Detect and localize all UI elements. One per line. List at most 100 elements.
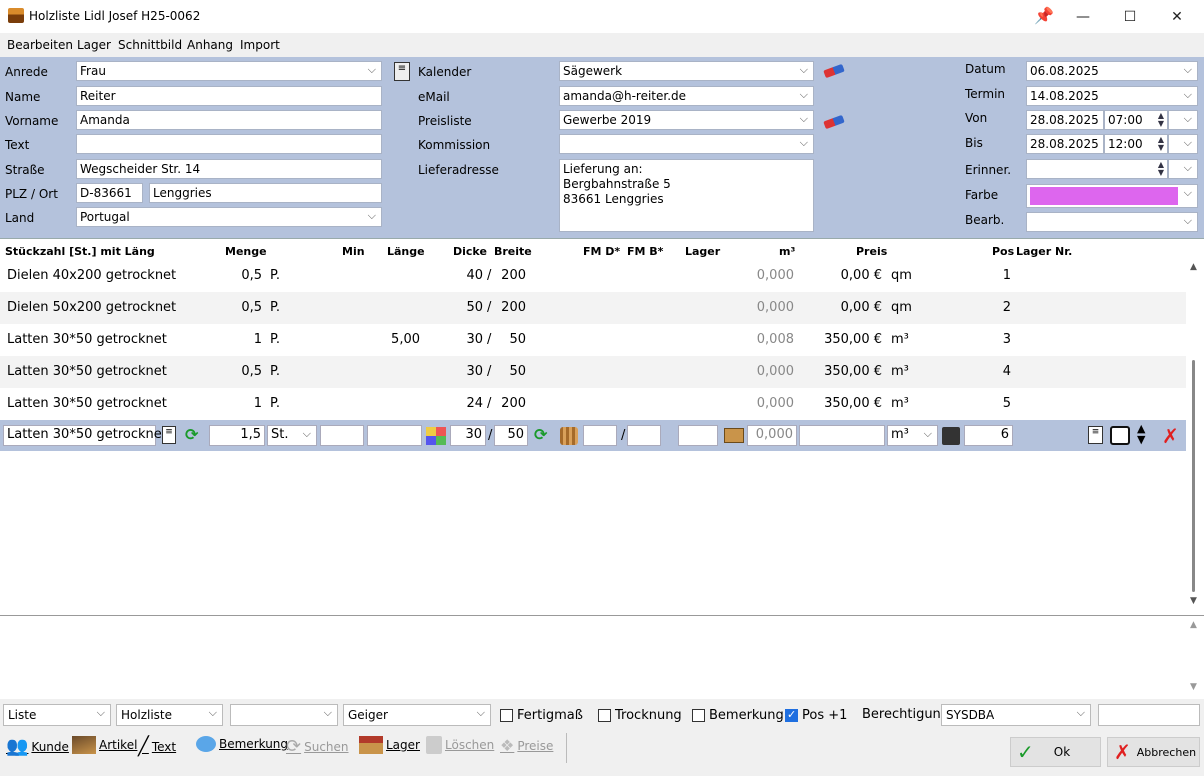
bis-time[interactable]: 12:00 ▲ ▼ [1104, 134, 1168, 154]
kunde-button[interactable]: 👥 Kunde [6, 736, 69, 757]
col-fmd[interactable]: FM D* [583, 245, 620, 258]
von-dropdown[interactable] [1168, 110, 1198, 130]
edit-min-field[interactable] [320, 425, 364, 446]
von-date[interactable]: 28.08.2025 [1026, 110, 1104, 130]
kalender-select[interactable]: Sägewerk [559, 61, 814, 81]
geiger-select[interactable]: Geiger [343, 704, 491, 726]
minimize-button[interactable]: — [1060, 0, 1106, 33]
bemerkung-button[interactable]: Bemerkung [196, 736, 288, 752]
edit-lager-field[interactable] [678, 425, 718, 446]
datum-picker[interactable]: 06.08.2025 [1026, 61, 1198, 81]
edit-preis-field[interactable] [799, 425, 885, 446]
kommission-select[interactable] [559, 134, 814, 154]
bemerkung-checkbox[interactable]: Bemerkung [692, 708, 784, 723]
col-min[interactable]: Min [342, 245, 365, 258]
edit-laenge-field[interactable] [367, 425, 422, 446]
checkbox-icon[interactable] [1110, 426, 1130, 445]
suchen-button[interactable]: ⟳ Suchen [286, 736, 349, 757]
table-row[interactable]: Dielen 50x200 getrocknet 0,5 P. 50 / 200… [0, 292, 1186, 324]
von-time[interactable]: 07:00 ▲ ▼ [1104, 110, 1168, 130]
puzzle-icon[interactable] [426, 427, 446, 445]
col-lager[interactable]: Lager [685, 245, 720, 258]
edit-m3-field[interactable]: 0,000 [747, 425, 797, 446]
trocknung-checkbox[interactable]: Trocknung [598, 708, 682, 723]
berechtigung-select[interactable]: SYSDBA [941, 704, 1091, 726]
edit-unit-select[interactable]: St. [267, 425, 317, 446]
calculator-icon[interactable] [942, 427, 960, 445]
edit-price-unit-select[interactable]: m³ [887, 425, 938, 446]
document-icon[interactable]: ≡ [162, 426, 176, 444]
ok-button[interactable]: ✓ Ok [1010, 737, 1101, 767]
holzliste-select[interactable]: Holzliste [116, 704, 223, 726]
refresh-icon[interactable]: ⟳ [185, 425, 198, 444]
close-button[interactable]: ✕ [1154, 0, 1200, 33]
col-menge[interactable]: Menge [225, 245, 267, 258]
col-m3[interactable]: m³ [779, 245, 795, 258]
lager-button[interactable]: Lager [359, 736, 420, 754]
edit-breite-field[interactable]: 50 [494, 425, 528, 446]
bis-dropdown[interactable] [1168, 134, 1198, 154]
farbe-select[interactable] [1026, 184, 1198, 208]
maximize-button[interactable]: ☐ [1107, 0, 1153, 33]
menu-import[interactable]: Import [240, 38, 280, 52]
col-fmb[interactable]: FM B* [627, 245, 663, 258]
menu-lager[interactable]: Lager [77, 38, 111, 52]
edit-dicke-field[interactable]: 30 [450, 425, 486, 446]
artikel-button[interactable]: Artikel [72, 736, 137, 754]
col-laenge[interactable]: Länge [387, 245, 425, 258]
edit-name-field[interactable]: Latten 30*50 getrocknet [3, 425, 167, 446]
email-select[interactable]: amanda@h-reiter.de [559, 86, 814, 106]
bis-date[interactable]: 28.08.2025 [1026, 134, 1104, 154]
text-field[interactable] [76, 134, 382, 154]
loeschen-button[interactable]: Löschen [426, 736, 494, 754]
name-field[interactable]: Reiter [76, 86, 382, 106]
text-button[interactable]: ╱ Text [138, 736, 176, 757]
table-row[interactable]: Latten 30*50 getrocknet 1 P. 24 / 200 0,… [0, 388, 1186, 420]
ort-field[interactable]: Lenggries [149, 183, 382, 203]
pin-icon[interactable]: 📌 [1034, 6, 1054, 25]
anrede-select[interactable]: Frau [76, 61, 382, 81]
edit-fmb-field[interactable] [627, 425, 661, 446]
scrollbar-thumb[interactable] [1192, 360, 1195, 592]
col-breite[interactable]: Breite [494, 245, 532, 258]
wood-icon[interactable] [560, 427, 578, 445]
col-lagernr[interactable]: Lager Nr. [1016, 245, 1072, 258]
extra-field[interactable] [1098, 704, 1200, 726]
lieferadresse-textarea[interactable]: Lieferung an: Bergbahnstraße 5 83661 Lengg… [559, 159, 814, 232]
col-preis[interactable]: Preis [856, 245, 887, 258]
fertigmass-checkbox[interactable]: Fertigmaß [500, 708, 583, 723]
menu-bearbeiten[interactable]: Bearbeiten [7, 38, 73, 52]
move-updown-icon[interactable]: ▲ ▼ [1137, 423, 1145, 445]
empty-select[interactable] [230, 704, 338, 726]
forklift-icon[interactable] [724, 428, 744, 443]
plz-field[interactable]: D-83661 [76, 183, 143, 203]
col-pos[interactable]: Pos [992, 245, 1014, 258]
memo-area[interactable]: ▲ ▼ [0, 615, 1204, 699]
preisliste-select[interactable]: Gewerbe 2019 [559, 110, 814, 130]
document-icon[interactable]: ≡ [394, 62, 410, 81]
abbrechen-button[interactable]: ✗ Abbrechen [1107, 737, 1200, 767]
menu-anhang[interactable]: Anhang [187, 38, 233, 52]
termin-picker[interactable]: 14.08.2025 [1026, 86, 1198, 106]
table-row[interactable]: Latten 30*50 getrocknet 0,5 P. 30 / 50 0… [0, 356, 1186, 388]
land-select[interactable]: Portugal [76, 207, 382, 227]
preise-button[interactable]: ❖ Preise [500, 736, 553, 755]
liste-select[interactable]: Liste [3, 704, 111, 726]
col-dicke[interactable]: Dicke [453, 245, 487, 258]
bearb-select[interactable] [1026, 212, 1198, 232]
edit-fmd-field[interactable] [583, 425, 617, 446]
pos-plus-one-checkbox[interactable]: Pos +1 [785, 708, 847, 723]
delete-icon[interactable]: ✗ [1162, 424, 1179, 448]
strasse-field[interactable]: Wegscheider Str. 14 [76, 159, 382, 179]
copy-icon[interactable]: ≡ [1088, 426, 1103, 444]
table-row[interactable]: Latten 30*50 getrocknet 1 P. 5,00 30 / 5… [0, 324, 1186, 356]
erinner-field[interactable]: ▲ ▼ [1026, 159, 1168, 179]
menu-schnittbild[interactable]: Schnittbild [118, 38, 182, 52]
vorname-field[interactable]: Amanda [76, 110, 382, 130]
edit-pos-field[interactable]: 6 [964, 425, 1013, 446]
edit-menge-field[interactable]: 1,5 [209, 425, 265, 446]
col-stueck[interactable]: Stückzahl [St.] mit Länge [m [5, 245, 155, 258]
erinner-dropdown[interactable] [1168, 159, 1198, 179]
refresh-icon[interactable]: ⟳ [534, 425, 547, 444]
table-row[interactable]: Dielen 40x200 getrocknet 0,5 P. 40 / 200… [0, 260, 1186, 292]
